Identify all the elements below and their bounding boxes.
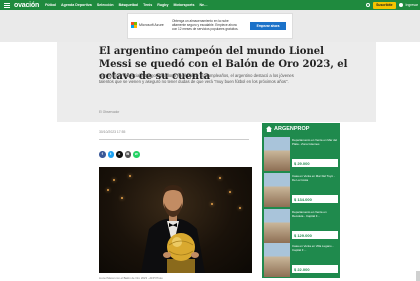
nav-item-more[interactable]: Ne… — [199, 3, 207, 7]
listing-item[interactable]: Departamento en Venta en Recoleta - Capi… — [264, 209, 338, 243]
login-link[interactable]: Ingresar — [406, 3, 418, 7]
listing-thumb — [264, 137, 290, 171]
article-photo[interactable] — [99, 167, 252, 273]
house-icon — [266, 126, 272, 132]
listing-thumb — [264, 173, 290, 207]
facebook-icon[interactable]: f — [99, 151, 106, 158]
article-hero: El argentino campeón del mundo Lionel Me… — [57, 42, 376, 122]
listing-price: $ 129.000 — [292, 231, 338, 239]
nav-item-agenda[interactable]: Agenda Deportiva — [61, 3, 92, 7]
listing-item[interactable]: Departamento en Venta en Mar del Plata -… — [264, 137, 338, 171]
divider — [99, 139, 249, 140]
nav-item-motorsports[interactable]: Motorsports — [173, 3, 194, 7]
photo-caption: Lionel Messi con el Balón de Oro 2023 - … — [99, 276, 163, 280]
nav-item-seleccion[interactable]: Selección — [97, 3, 114, 7]
nav-item-futbol[interactable]: Fútbol — [45, 3, 56, 7]
sidebar-ad[interactable]: ARGENPROP Departamento en Venta en Mar d… — [262, 123, 340, 278]
article-byline[interactable]: El Observador — [99, 110, 119, 114]
messi-figure-illustration — [141, 185, 205, 273]
top-ad[interactable]: Microsoft Azure Obtenga un almacenamient… — [127, 13, 293, 39]
nav-item-basquetbol[interactable]: Básquetbol — [119, 3, 139, 7]
top-ad-bar: Microsoft Azure Obtenga un almacenamient… — [0, 10, 420, 42]
listing-item[interactable]: Casa en Venta en Mar Del Tuyú - De La Co… — [264, 173, 338, 207]
article-date: 30/10/2023 17:55 — [99, 130, 126, 134]
x-icon[interactable]: x — [116, 151, 123, 158]
sidebar-ad-header: ARGENPROP — [262, 123, 340, 135]
listing-thumb — [264, 209, 290, 243]
ad-cta-button[interactable]: Empezar ahora — [250, 22, 286, 30]
ad-brand: Microsoft Azure — [139, 22, 164, 27]
user-icon[interactable] — [398, 3, 403, 7]
ad-text: Obtenga un almacenamiento en la nube alt… — [172, 19, 239, 31]
listing-item[interactable]: Casa en Venta en Villa Lugano - Capital … — [264, 243, 338, 277]
scrollbar[interactable] — [416, 271, 420, 281]
subscribe-button[interactable]: Suscribite — [373, 1, 396, 9]
nav-right: Suscribite Ingresar — [366, 1, 418, 9]
listing-price: $ 134.000 — [292, 195, 338, 203]
nav-item-tenis[interactable]: Tenis — [143, 3, 152, 7]
listing-price: $ 29.000 — [292, 159, 338, 167]
site-logo[interactable]: ovación — [14, 2, 39, 9]
top-nav: ovación Fútbol Agenda Deportiva Selecció… — [0, 0, 420, 10]
listing-title: Casa en Venta en Mar Del Tuyú - De La Co… — [292, 174, 335, 182]
sidebar-ad-brand: ARGENPROP — [274, 126, 310, 132]
listing-title: Departamento en Venta en Mar del Plata -… — [292, 138, 337, 146]
nav-item-rugby[interactable]: Rugby — [157, 3, 168, 7]
whatsapp-icon[interactable]: w — [133, 151, 140, 158]
hamburger-menu-icon[interactable] — [0, 0, 14, 10]
listing-title: Casa en Venta en Villa Lugano - Capital … — [292, 244, 334, 252]
page: ovación Fútbol Agenda Deportiva Selecció… — [0, 0, 420, 281]
article-summary: Con mención especial a Diego Maradona en… — [99, 73, 294, 84]
nav-items: Fútbol Agenda Deportiva Selección Básque… — [45, 3, 208, 7]
twitter-icon[interactable]: t — [107, 151, 114, 158]
share-buttons: f t x ✉ w — [99, 151, 140, 158]
microsoft-logo-icon — [131, 22, 138, 29]
mail-icon[interactable]: ✉ — [124, 151, 131, 158]
search-icon[interactable] — [366, 3, 371, 7]
listing-price: $ 22.000 — [292, 265, 338, 273]
listing-title: Departamento en Venta en Recoleta - Capi… — [292, 210, 327, 218]
listing-thumb — [264, 243, 290, 277]
